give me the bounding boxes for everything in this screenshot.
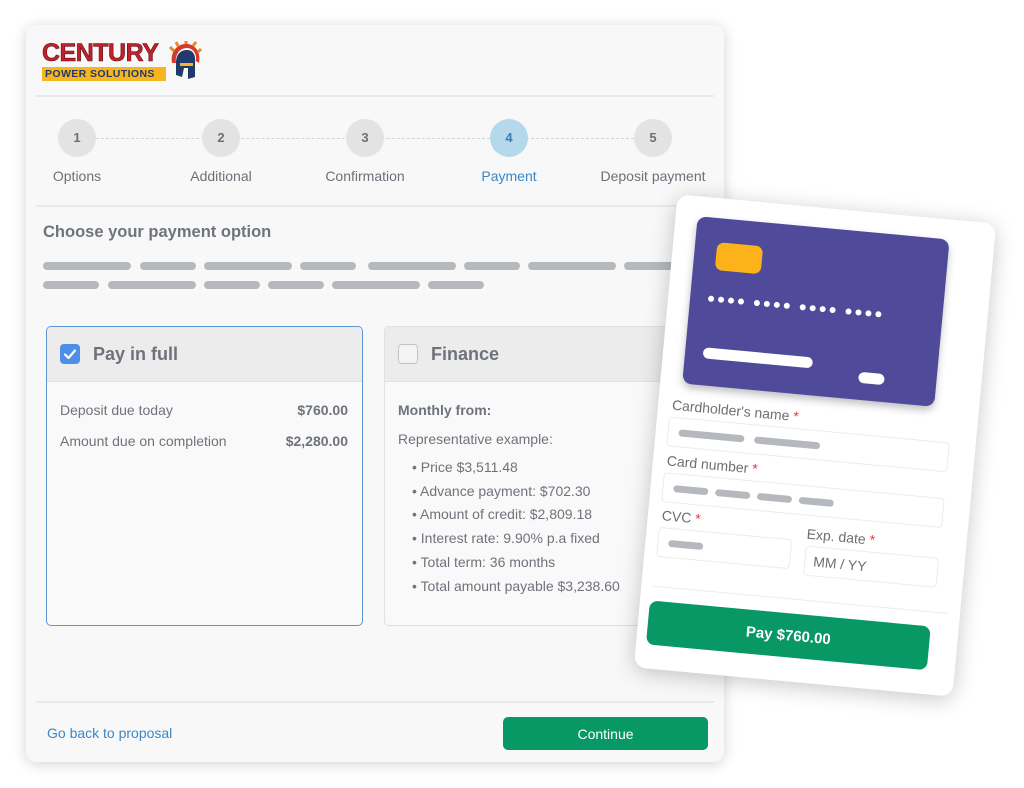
exp-date-label: Exp. date * xyxy=(806,525,876,548)
step-number: 3 xyxy=(346,119,384,157)
text-placeholder xyxy=(268,281,324,289)
finance-detail: • Interest rate: 9.90% p.a fixed xyxy=(412,530,600,546)
text-placeholder xyxy=(368,262,456,270)
step-label: Deposit payment xyxy=(600,168,706,184)
row-value: $2,280.00 xyxy=(285,433,348,449)
step-label: Payment xyxy=(481,168,537,184)
option-header[interactable]: Pay in full xyxy=(47,327,362,382)
text-placeholder xyxy=(140,262,196,270)
text-placeholder xyxy=(464,262,520,270)
text-placeholder xyxy=(204,262,292,270)
cvc-input[interactable] xyxy=(656,526,793,570)
card-chip-icon xyxy=(714,242,764,275)
logo-wordmark: CENTURY xyxy=(42,39,160,68)
option-title: Finance xyxy=(431,343,500,364)
credit-card-illustration xyxy=(682,216,950,407)
text-placeholder xyxy=(300,262,356,270)
step-payment[interactable]: 4 Payment xyxy=(444,119,574,184)
go-back-link[interactable]: Go back to proposal xyxy=(47,725,172,741)
step-label: Confirmation xyxy=(325,168,405,184)
row-value: $760.00 xyxy=(297,402,348,418)
step-number: 1 xyxy=(58,119,96,157)
section-title: Choose your payment option xyxy=(43,223,272,241)
exp-date-input[interactable] xyxy=(802,545,940,588)
step-confirmation[interactable]: 3 Confirmation xyxy=(300,119,430,184)
step-options[interactable]: 1 Options xyxy=(12,119,142,184)
row-label: Amount due on completion xyxy=(60,433,227,449)
monthly-row: Monthly from: $89 xyxy=(398,402,700,418)
card-payment-panel: Cardholder's name * Card number * CVC * … xyxy=(633,194,997,697)
exp-date-field[interactable] xyxy=(804,546,939,587)
completion-row: Amount due on completion $2,280.00 xyxy=(60,433,348,449)
example-label: Representative example: xyxy=(398,431,553,447)
century-logo: CENTURY POWER SOLUTIONS xyxy=(42,39,202,81)
card-name-placeholder xyxy=(702,347,814,369)
pay-button[interactable]: Pay $760.00 xyxy=(645,600,931,671)
cvc-label: CVC * xyxy=(661,507,702,527)
finance-detail: • Total amount payable $3,238.60 xyxy=(412,578,620,594)
option-pay-in-full[interactable]: Pay in full Deposit due today $760.00 Am… xyxy=(46,326,363,626)
logo-tagline: POWER SOLUTIONS xyxy=(42,67,166,81)
masked-card-number xyxy=(707,295,882,318)
option-title: Pay in full xyxy=(93,343,179,364)
step-number: 5 xyxy=(634,119,672,157)
text-placeholder xyxy=(43,262,131,270)
row-label: Monthly from: xyxy=(398,402,492,418)
continue-button[interactable]: Continue xyxy=(503,717,708,750)
text-placeholder xyxy=(528,262,616,270)
checkmark-icon xyxy=(63,349,77,360)
step-label: Options xyxy=(52,168,102,184)
finance-detail: • Price $3,511.48 xyxy=(412,459,518,475)
stepper-connector-left xyxy=(96,138,490,139)
header-divider xyxy=(36,95,714,97)
checkout-window: CENTURY POWER SOLUTIONS 1 Options 2 Addi… xyxy=(26,25,724,762)
text-placeholder xyxy=(43,281,99,289)
step-number: 4 xyxy=(490,119,528,157)
card-expiry-placeholder xyxy=(857,371,885,386)
text-placeholder xyxy=(332,281,420,289)
finance-checkbox[interactable] xyxy=(398,344,418,364)
step-label: Additional xyxy=(190,168,252,184)
text-placeholder xyxy=(428,281,484,289)
text-placeholder xyxy=(204,281,260,289)
spartan-helmet-icon xyxy=(168,41,202,79)
finance-detail: • Advance payment: $702.30 xyxy=(412,483,591,499)
deposit-row: Deposit due today $760.00 xyxy=(60,402,348,418)
finance-detail: • Total term: 36 months xyxy=(412,554,556,570)
card-number-input[interactable] xyxy=(661,472,945,529)
finance-detail: • Amount of credit: $2,809.18 xyxy=(412,506,593,522)
row-label: Deposit due today xyxy=(60,402,173,418)
progress-stepper: 1 Options 2 Additional 3 Confirmation 4 … xyxy=(26,119,724,189)
footer-divider xyxy=(36,701,714,703)
text-placeholder xyxy=(108,281,196,289)
step-number: 2 xyxy=(202,119,240,157)
step-deposit-payment[interactable]: 5 Deposit payment xyxy=(588,119,718,184)
pay-in-full-checkbox[interactable] xyxy=(60,344,80,364)
step-additional[interactable]: 2 Additional xyxy=(156,119,286,184)
stepper-divider xyxy=(36,205,714,207)
option-header[interactable]: Finance xyxy=(385,327,700,382)
